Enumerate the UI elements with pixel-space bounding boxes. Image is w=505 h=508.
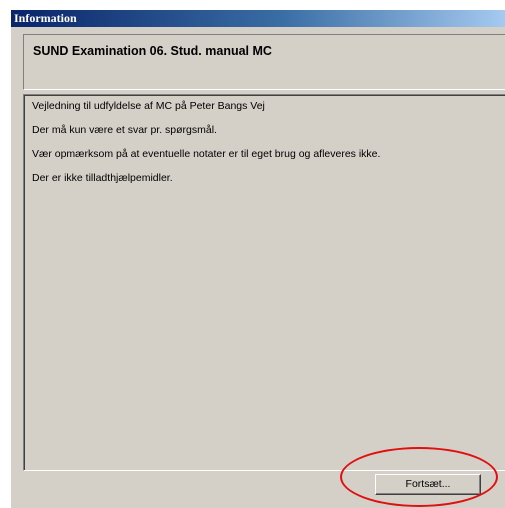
instructions-panel: Vejledning til udfyldelse af MC på Peter… [23,94,505,471]
title-bar[interactable]: Information [11,10,505,27]
exam-title: SUND Examination 06. Stud. manual MC [33,44,272,58]
instruction-line: Der må kun være et svar pr. spørgsmål. [32,124,217,136]
instruction-line: Vejledning til udfyldelse af MC på Peter… [32,100,265,112]
window-title: Information [14,11,77,25]
instruction-line: Vær opmærksom på at eventuelle notater e… [32,148,381,160]
continue-button[interactable]: Fortsæt... [375,474,481,495]
header-panel: SUND Examination 06. Stud. manual MC [23,34,505,90]
instruction-line: Der er ikke tilladthjælpemidler. [32,172,173,184]
information-dialog: Information SUND Examination 06. Stud. m… [10,10,505,508]
